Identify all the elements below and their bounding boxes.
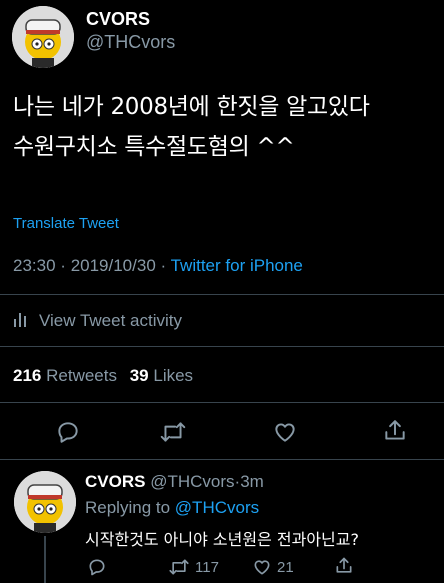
retweet-button[interactable] bbox=[159, 419, 187, 445]
share-icon bbox=[336, 557, 352, 573]
reply-author-name[interactable]: CVORS bbox=[85, 472, 145, 491]
retweet-icon bbox=[160, 422, 186, 442]
author-avatar[interactable] bbox=[12, 6, 74, 68]
reply-text: 시작한것도 아니야 소년원은 전과아닌교? bbox=[85, 530, 359, 549]
divider bbox=[0, 402, 444, 403]
divider bbox=[0, 459, 444, 460]
retweets-label: Retweets bbox=[46, 366, 117, 385]
reply-button[interactable] bbox=[55, 419, 81, 445]
tweet-stats-row: 216 Retweets 39 Likes bbox=[13, 366, 193, 386]
tweet-timestamp-row: 23:30 · 2019/10/30 · Twitter for iPhone bbox=[13, 256, 303, 276]
share-button[interactable] bbox=[382, 418, 408, 444]
heart-icon bbox=[254, 560, 270, 575]
tweet-text-line-1: 나는 네가 2008년에 한짓을 알고있다 bbox=[13, 94, 370, 120]
avatar-image bbox=[12, 6, 74, 68]
author-name[interactable]: CVORS bbox=[86, 9, 150, 30]
likes-stat[interactable]: 39 Likes bbox=[130, 366, 193, 385]
heart-icon bbox=[275, 423, 295, 442]
like-button[interactable] bbox=[272, 419, 298, 445]
retweets-stat[interactable]: 216 Retweets bbox=[13, 366, 122, 385]
reply-icon bbox=[89, 559, 105, 576]
translate-tweet-link[interactable]: Translate Tweet bbox=[13, 215, 119, 232]
replying-to-row: Replying to @THCvors bbox=[85, 498, 259, 518]
view-tweet-activity-button[interactable]: View Tweet activity bbox=[13, 309, 182, 333]
reply-like-button[interactable]: 21 bbox=[252, 557, 294, 577]
thread-line bbox=[44, 536, 46, 583]
likes-label: Likes bbox=[153, 366, 194, 385]
tweet-text-line-2: 수원구치소 특수절도혐의 ^^ bbox=[13, 134, 295, 160]
share-icon bbox=[385, 420, 405, 440]
reply-share-button[interactable] bbox=[334, 556, 354, 576]
tweet-time: 23:30 bbox=[13, 256, 56, 275]
reply-retweet-button[interactable]: 117 bbox=[168, 557, 219, 577]
reply-age: 3m bbox=[240, 472, 264, 491]
replying-to-handle-link[interactable]: @THCvors bbox=[175, 498, 259, 517]
author-handle[interactable]: @THCvors bbox=[86, 32, 175, 53]
reply-author-handle[interactable]: @THCvors bbox=[150, 472, 234, 491]
reply-retweet-count: 117 bbox=[195, 558, 219, 576]
reply-author-avatar[interactable] bbox=[14, 471, 76, 533]
reply-reply-button[interactable] bbox=[87, 557, 107, 577]
retweets-count: 216 bbox=[13, 366, 42, 385]
tweet-date: 2019/10/30 bbox=[70, 256, 156, 275]
replying-to-label: Replying to bbox=[85, 498, 171, 517]
separator-dot: · bbox=[60, 256, 66, 275]
tweet-source-link[interactable]: Twitter for iPhone bbox=[171, 256, 303, 275]
retweet-icon bbox=[169, 559, 189, 575]
view-tweet-activity-label: View Tweet activity bbox=[39, 311, 182, 330]
reply-icon bbox=[58, 422, 78, 443]
reply-like-count: 21 bbox=[277, 558, 294, 576]
avatar-image bbox=[14, 471, 76, 533]
likes-count: 39 bbox=[129, 366, 149, 385]
bar-chart-icon bbox=[13, 310, 29, 333]
separator-dot: · bbox=[160, 256, 167, 275]
divider bbox=[0, 346, 444, 347]
reply-header-row: CVORS @THCvors·3m bbox=[85, 472, 264, 492]
divider bbox=[0, 294, 444, 295]
